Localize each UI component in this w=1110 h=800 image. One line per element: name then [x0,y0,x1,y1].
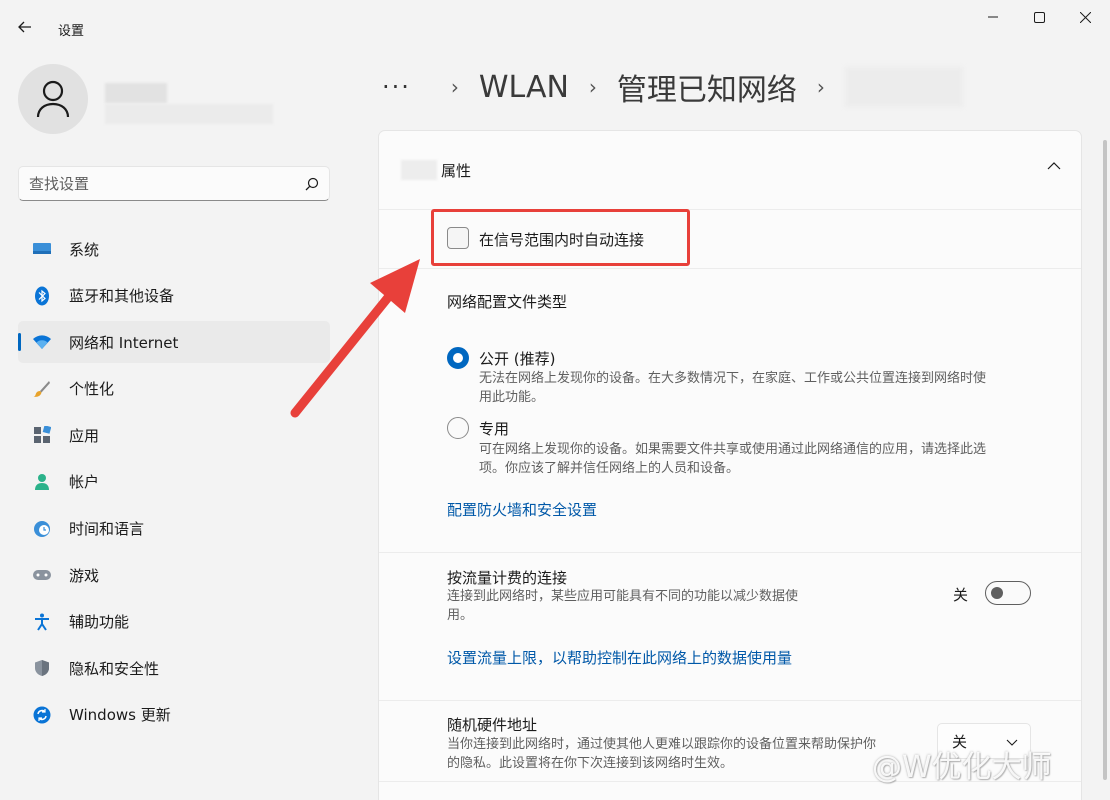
auto-connect-label: 在信号范围内时自动连接 [479,231,645,249]
sidebar-item-bluetooth[interactable]: 蓝牙和其他设备 [18,275,330,317]
breadcrumb-item-known-networks[interactable]: 管理已知网络 [617,65,797,109]
sidebar-item-label: 辅助功能 [69,613,130,632]
sidebar-item-apps[interactable]: 应用 [18,414,330,456]
sidebar-item-label: 隐私和安全性 [69,659,160,678]
sidebar-item-accessibility[interactable]: 辅助功能 [18,601,330,643]
account-email-redacted [105,104,273,124]
toggle-knob [991,587,1003,599]
sidebar-item-label: 蓝牙和其他设备 [69,287,175,306]
metered-toggle-state: 关 [953,586,969,604]
sidebar-item-personalization[interactable]: 个性化 [18,368,330,410]
sidebar-item-accounts[interactable]: 帐户 [18,461,330,503]
sidebar-item-label: Windows 更新 [69,706,171,725]
random-mac-description-line1: 当你连接到此网络时，通过使其他人更难以跟踪你的设备位置来帮助保护你 [447,737,877,752]
random-mac-title: 随机硬件地址 [447,716,538,734]
public-radio[interactable] [447,347,469,369]
divider [379,268,1081,269]
profile-type-title: 网络配置文件类型 [447,293,568,311]
accessibility-icon [32,612,52,632]
private-radio[interactable] [447,417,469,439]
sidebar-item-label: 帐户 [69,473,100,492]
public-radio-label: 公开 (推荐) [479,350,556,368]
sidebar-item-label: 网络和 Internet [69,333,179,352]
metered-toggle[interactable] [985,581,1031,605]
breadcrumb-item-wlan[interactable]: WLAN [479,70,569,105]
sidebar-item-time-language[interactable]: 时间和语言 [18,508,330,550]
chevron-right-icon: › [816,75,825,99]
data-limit-link[interactable]: 设置流量上限，以帮助控制在此网络上的数据使用量 [447,647,792,668]
gamepad-icon [32,565,52,585]
private-radio-label: 专用 [479,420,510,438]
account-name-redacted [105,83,167,103]
minimize-icon [988,16,998,18]
chevron-right-icon: › [450,75,459,99]
brush-icon [32,379,52,399]
wifi-icon [32,332,52,352]
metered-connection-title: 按流量计费的连接 [447,569,568,587]
metered-description-line2: 用。 [447,608,474,623]
avatar[interactable] [18,64,88,134]
maximize-icon [1033,11,1045,23]
apps-icon [32,425,52,445]
firewall-settings-link[interactable]: 配置防火墙和安全设置 [447,499,597,520]
public-description-line2: 用此功能。 [479,390,545,405]
title-bar: 设置 [0,0,1110,48]
monitor-icon [32,239,52,259]
properties-header[interactable]: 属性 [379,131,1081,210]
sidebar-item-network[interactable]: 网络和 Internet [18,321,330,364]
breadcrumb-network-name-redacted [844,67,963,107]
random-mac-description-line2: 的隐私。此设置将在你下次连接到该网络时生效。 [447,756,734,771]
search-icon[interactable] [305,177,319,191]
properties-panel: 属性 在信号范围内时自动连接 网络配置文件类型 公开 (推荐) 无法在网络上发现… [378,130,1082,800]
sidebar-item-system[interactable]: 系统 [18,228,330,270]
update-icon [32,705,52,725]
minimize-button[interactable] [970,4,1016,30]
divider [379,552,1081,553]
sidebar-item-label: 游戏 [69,566,100,585]
person-icon [32,472,52,492]
chevron-right-icon: › [588,75,597,99]
person-outline-icon [36,80,70,118]
network-name-redacted [401,160,437,180]
sidebar-item-label: 系统 [69,240,100,259]
sidebar-nav: 系统 蓝牙和其他设备 网络和 Internet 个性化 应用 帐户 时间和语言 … [18,228,330,741]
annotation-arrow-icon [290,259,420,418]
auto-connect-checkbox[interactable] [447,227,469,249]
maximize-button[interactable] [1016,4,1062,30]
sidebar-item-label: 个性化 [69,380,115,399]
divider [379,700,1081,701]
watermark: @W优化大师 [872,750,1052,785]
sidebar-item-windows-update[interactable]: Windows 更新 [18,694,330,736]
arrow-left-icon [18,21,31,33]
search-input[interactable] [29,174,305,193]
sidebar-item-privacy[interactable]: 隐私和安全性 [18,647,330,689]
sidebar-item-label: 应用 [69,426,100,445]
breadcrumb: ··· › WLAN › 管理已知网络 › [382,64,963,110]
clock-globe-icon [32,519,52,539]
back-button[interactable] [10,12,40,42]
properties-title: 属性 [441,161,472,180]
chevron-up-icon[interactable] [1047,159,1061,173]
close-icon [1079,11,1091,23]
shield-icon [32,658,52,678]
public-description-line1: 无法在网络上发现你的设备。在大多数情况下，在家庭、工作或公共位置连接到网络时使 [479,371,987,386]
breadcrumb-overflow-button[interactable]: ··· [382,73,411,101]
sidebar-item-label: 时间和语言 [69,520,145,539]
app-title: 设置 [58,24,85,39]
search-box[interactable] [18,166,330,201]
sidebar-item-gaming[interactable]: 游戏 [18,554,330,596]
private-description-line2: 项。你应该了解并信任网络上的人员和设备。 [479,461,740,476]
bluetooth-icon [32,286,52,306]
scrollbar[interactable] [1103,140,1107,780]
scrollbar-thumb[interactable] [1103,140,1107,780]
private-description-line1: 可在网络上发现你的设备。如果需要文件共享或使用通过此网络通信的应用，请选择此选 [479,442,987,457]
close-button[interactable] [1062,4,1108,30]
metered-description-line1: 连接到此网络时，某些应用可能具有不同的功能以减少数据使 [447,589,799,604]
